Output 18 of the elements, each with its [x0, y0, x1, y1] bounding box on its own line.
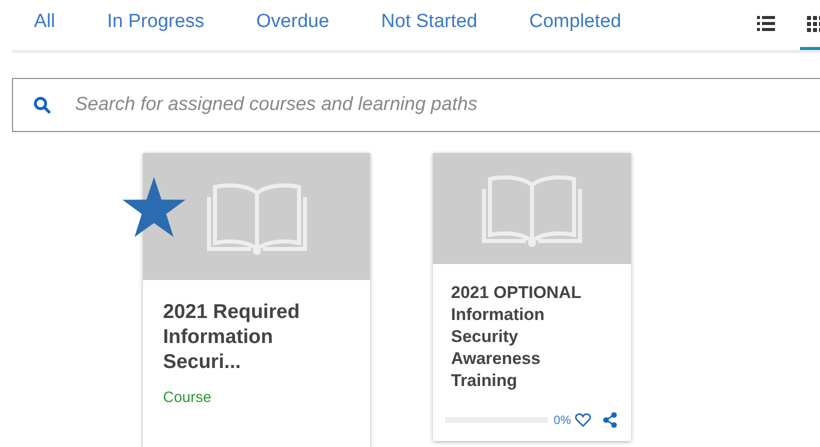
- course-card[interactable]: 2021 OPTIONAL Information Security Awareness Training 0%: [433, 153, 631, 441]
- filter-tab[interactable]: In Progress: [107, 0, 204, 47]
- search-field[interactable]: Search for assigned courses and learning paths: [12, 78, 820, 132]
- list-icon: [757, 14, 775, 32]
- search-icon: [33, 96, 51, 114]
- course-title: 2021 Required Information Securi...: [163, 300, 301, 375]
- filter-tab[interactable]: Overdue: [256, 0, 330, 47]
- filter-tab[interactable]: All: [34, 0, 56, 47]
- grid-icon: [807, 14, 820, 32]
- progress-reading: 0%: [554, 413, 571, 427]
- course-type: Course: [163, 389, 212, 406]
- filter-tab[interactable]: Completed: [529, 0, 622, 47]
- share-button[interactable]: [603, 412, 617, 428]
- filter-tab[interactable]: Not Started: [381, 0, 478, 47]
- course-title: 2021 OPTIONAL Information Security Awareness Training: [451, 282, 582, 392]
- favorite-button[interactable]: [575, 413, 591, 427]
- course-card[interactable]: 2021 Required Information Securi... Course: [143, 153, 370, 447]
- search-input[interactable]: Search for assigned courses and learning paths: [73, 93, 820, 117]
